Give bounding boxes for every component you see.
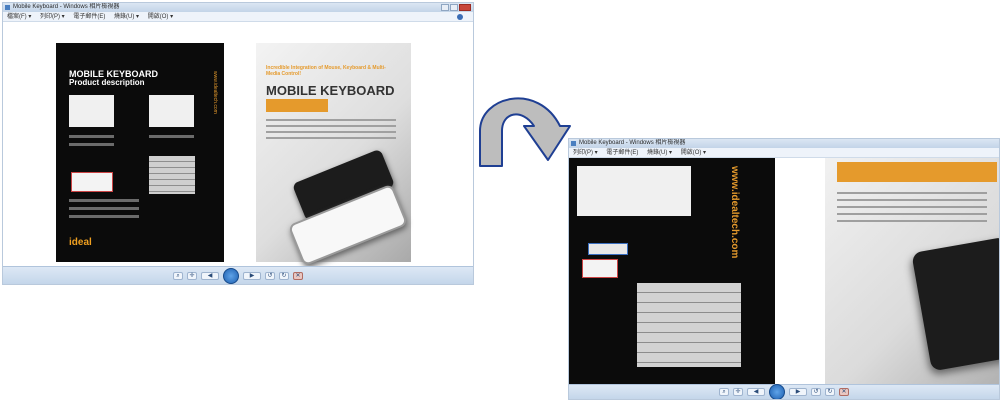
help-icon[interactable]: [457, 14, 463, 20]
vertical-url: www.idealtech.com: [729, 166, 740, 259]
zoom-icon[interactable]: ⌕: [719, 388, 729, 396]
slideshow-icon[interactable]: [223, 267, 239, 284]
menu-burn[interactable]: 燒錄(U) ▾: [114, 14, 139, 20]
brand-logo: ideal: [69, 237, 92, 248]
rotate-cw-icon[interactable]: ↻: [825, 388, 835, 396]
screenshot-thumb: [71, 172, 113, 192]
close-button[interactable]: [459, 4, 471, 11]
slideshow-icon[interactable]: [769, 384, 785, 399]
brochure-page-light: Incredible Integration of Mouse, Keyboar…: [256, 43, 411, 266]
window-title: Mobile Keyboard - Windows 相片檢視器: [579, 140, 686, 146]
viewer-toolbar: ⌕ ✛ ◀ ▶ ↺ ↻ ✕: [3, 266, 473, 284]
screenshot-thumb: [582, 259, 618, 278]
next-icon[interactable]: ▶: [789, 388, 807, 396]
product-photo: [69, 95, 114, 127]
brochure-subtitle: Product description: [69, 78, 145, 87]
text-block: [149, 135, 194, 138]
photo-viewer-window-right: Mobile Keyboard - Windows 相片檢視器 列印(P) ▾ …: [568, 138, 1000, 400]
menu-open[interactable]: 開啟(O) ▾: [681, 150, 706, 156]
fit-icon[interactable]: ✛: [187, 271, 197, 280]
rotate-ccw-icon[interactable]: ↺: [811, 388, 821, 396]
paragraph-line: [837, 206, 987, 208]
paragraph-line: [266, 125, 396, 127]
spec-table: [637, 283, 741, 367]
prev-icon[interactable]: ◀: [747, 388, 765, 396]
image-viewport: www.idealtech.com: [569, 158, 999, 384]
text-block: [69, 199, 139, 202]
paragraph-line: [266, 119, 396, 121]
brochure-page-light-zoomed: [825, 158, 999, 384]
hero-title: MOBILE KEYBOARD: [266, 83, 395, 98]
paragraph-line: [266, 137, 396, 139]
image-viewport: MOBILE KEYBOARD Product description idea…: [3, 22, 473, 266]
orange-tag: [266, 99, 328, 112]
paragraph-line: [837, 192, 987, 194]
screenshot-collage: Mobile Keyboard - Windows 相片檢視器 檔案(F) ▾ …: [0, 0, 1003, 401]
rotate-ccw-icon[interactable]: ↺: [265, 271, 275, 280]
prev-icon[interactable]: ◀: [201, 271, 219, 280]
window-controls: [441, 4, 471, 11]
toolbar-controls: ⌕ ✛ ◀ ▶ ↺ ↻ ✕: [719, 384, 849, 399]
delete-icon[interactable]: ✕: [839, 388, 849, 396]
menu-email[interactable]: 電子郵件(E): [606, 150, 638, 156]
window-title: Mobile Keyboard - Windows 相片檢視器: [13, 4, 120, 10]
app-icon: [571, 141, 576, 146]
viewer-toolbar: ⌕ ✛ ◀ ▶ ↺ ↻ ✕: [569, 384, 999, 399]
menu-print[interactable]: 列印(P) ▾: [573, 150, 598, 156]
zoom-icon[interactable]: ⌕: [173, 271, 183, 280]
text-block: [69, 207, 139, 210]
vertical-url: www.idealtech.com: [212, 71, 218, 114]
rotate-cw-icon[interactable]: ↻: [279, 271, 289, 280]
paragraph-line: [837, 213, 987, 215]
fit-icon[interactable]: ✛: [733, 388, 743, 396]
photo-viewer-window-left: Mobile Keyboard - Windows 相片檢視器 檔案(F) ▾ …: [2, 2, 474, 285]
toolbar-controls: ⌕ ✛ ◀ ▶ ↺ ↻ ✕: [173, 267, 303, 284]
title-bar: Mobile Keyboard - Windows 相片檢視器: [569, 139, 999, 148]
text-block: [69, 135, 114, 138]
delete-icon[interactable]: ✕: [293, 271, 303, 280]
feature-heading-banner: [837, 162, 997, 182]
text-block: [69, 215, 139, 218]
maximize-button[interactable]: [450, 4, 458, 11]
menu-file[interactable]: 檔案(F) ▾: [7, 14, 31, 20]
menu-print[interactable]: 列印(P) ▾: [40, 14, 65, 20]
menu-open[interactable]: 開啟(O) ▾: [148, 14, 173, 20]
paragraph-line: [837, 199, 987, 201]
spec-table: [149, 156, 195, 194]
menu-email[interactable]: 電子郵件(E): [73, 14, 105, 20]
product-photo: [577, 166, 691, 216]
menu-burn[interactable]: 燒錄(U) ▾: [647, 150, 672, 156]
keyboard-photo-dark: [911, 236, 999, 372]
menu-bar: 檔案(F) ▾ 列印(P) ▾ 電子郵件(E) 燒錄(U) ▾ 開啟(O) ▾: [3, 12, 473, 22]
screenshot-thumb: [588, 243, 628, 255]
title-bar: Mobile Keyboard - Windows 相片檢視器: [3, 3, 473, 12]
brochure-page-dark: MOBILE KEYBOARD Product description idea…: [56, 43, 224, 262]
app-icon: [5, 5, 10, 10]
next-icon[interactable]: ▶: [243, 271, 261, 280]
menu-bar: 列印(P) ▾ 電子郵件(E) 燒錄(U) ▾ 開啟(O) ▾: [569, 148, 999, 158]
product-photo: [149, 95, 194, 127]
brochure-page-dark-zoomed: www.idealtech.com: [569, 158, 775, 384]
paragraph-line: [266, 131, 396, 133]
feature-heading: Incredible Integration of Mouse, Keyboar…: [266, 65, 386, 77]
text-block: [69, 143, 114, 146]
minimize-button[interactable]: [441, 4, 449, 11]
paragraph-line: [837, 220, 987, 222]
